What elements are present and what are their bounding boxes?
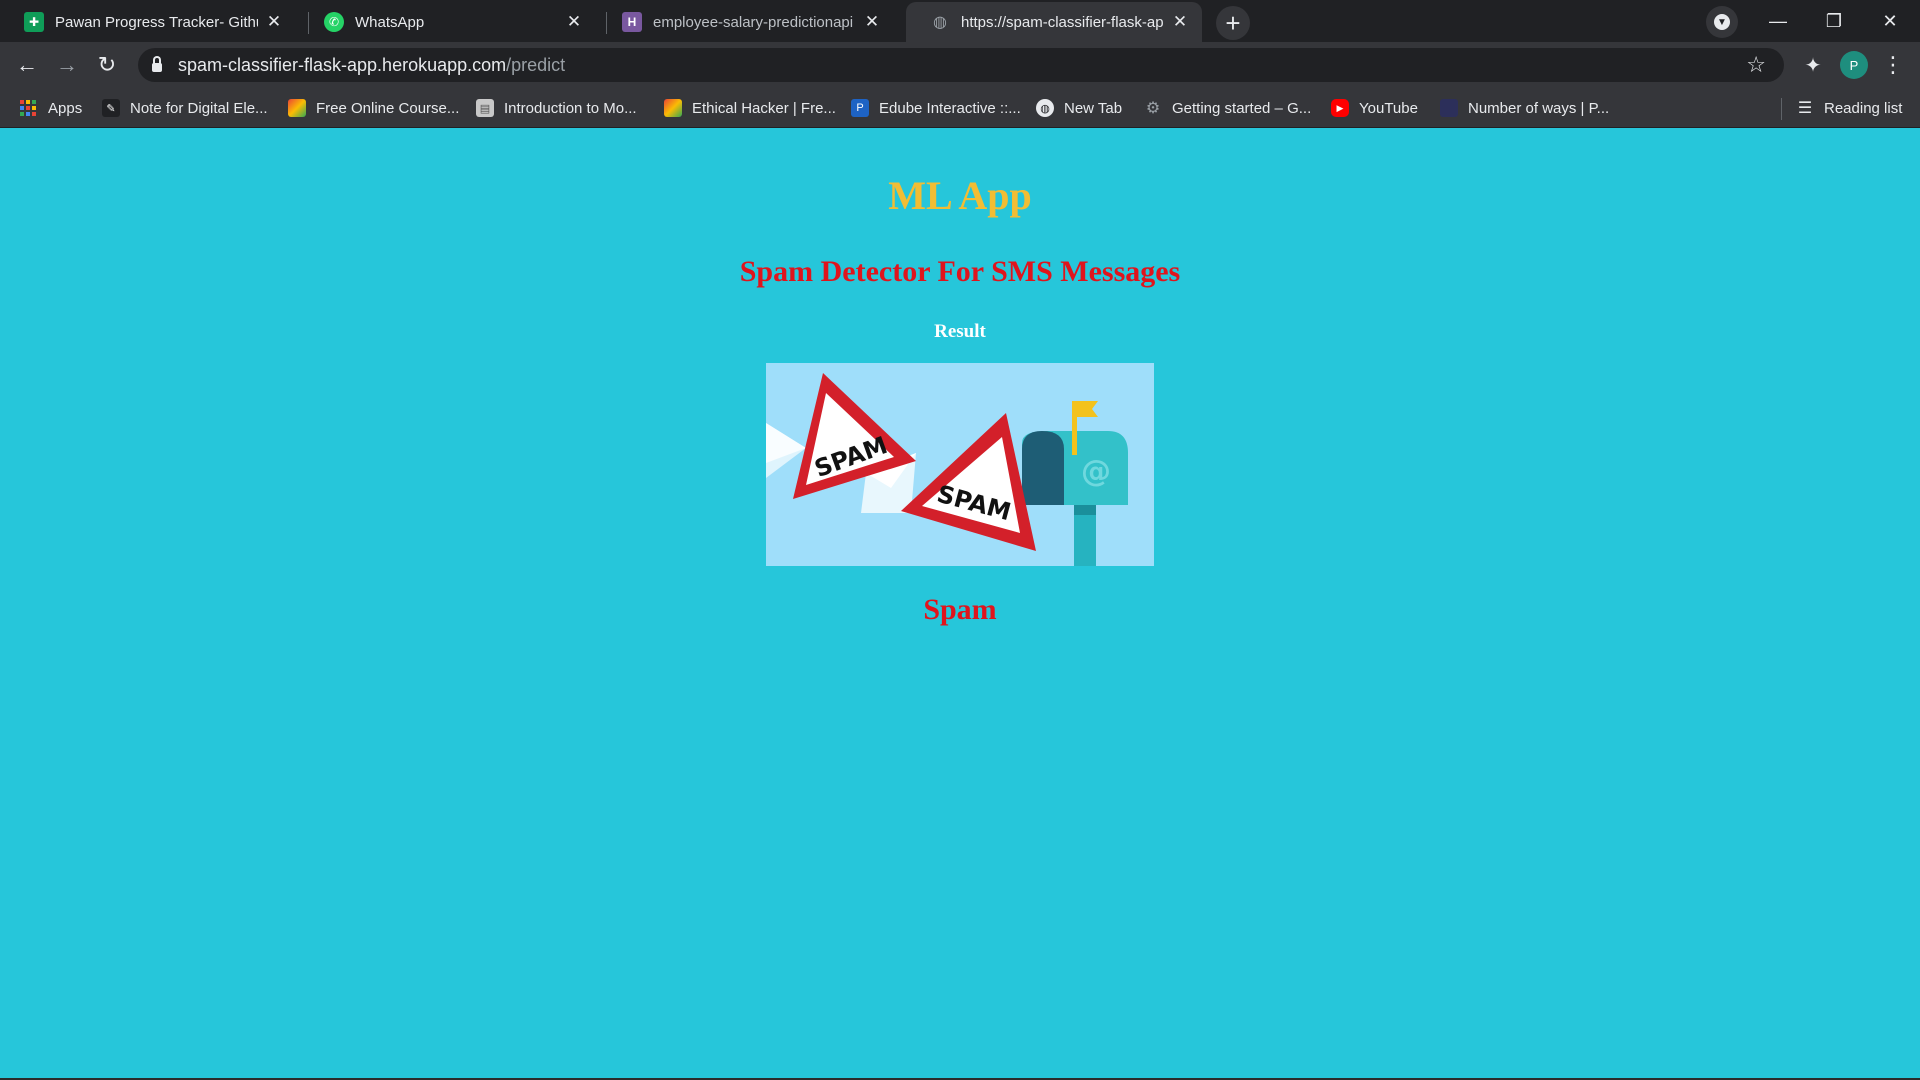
reading-list-button[interactable]: ☰ Reading list [1796,97,1903,119]
tab-strip: ✚ Pawan Progress Tracker- Github I ✕ ✆ W… [0,0,1920,42]
url-text: spam-classifier-flask-app.herokuapp.com/… [178,55,565,76]
back-button[interactable]: ← [11,49,43,81]
lock-icon[interactable] [152,56,162,72]
tab-search-button[interactable]: ▼ [1706,6,1738,38]
browser-toolbar: ← → ↻ spam-classifier-flask-app.herokuap… [0,42,1920,88]
bookmark-label: New Tab [1064,99,1123,117]
tab-whatsapp[interactable]: ✆ WhatsApp ✕ [300,2,596,42]
google-sheets-icon: ✚ [24,12,44,32]
bookmark-getting-started[interactable]: ⚙ Getting started – G... [1144,97,1311,119]
document-icon: ▤ [476,99,494,117]
bookmark-ethical-hacker[interactable]: Ethical Hacker | Fre... [664,97,836,119]
bookmarks-divider [1781,98,1782,120]
restore-button[interactable]: ❐ [1806,2,1862,40]
bookmark-label: YouTube [1359,99,1418,117]
bookmark-edube[interactable]: P Edube Interactive ::... [851,97,1021,119]
page-content: ML App Spam Detector For SMS Messages Re… [0,128,1920,1080]
bookmark-label: Getting started – G... [1172,99,1312,117]
bookmarks-bar: Apps ✎ Note for Digital Ele... Free Onli… [0,88,1920,128]
page-subtitle: Spam Detector For SMS Messages [739,255,1181,288]
close-icon[interactable]: ✕ [564,12,584,32]
bookmark-free-online-course[interactable]: Free Online Course... [288,97,459,119]
globe-icon: ◍ [1036,99,1054,117]
course-icon [288,99,306,117]
tab-spam-classifier[interactable]: ◍ https://spam-classifier-flask-app. ✕ [906,2,1202,42]
minimize-button[interactable]: — [1750,2,1806,40]
bookmark-introduction[interactable]: ▤ Introduction to Mo... [476,97,637,119]
url-host: spam-classifier-flask-app.herokuapp.com [178,54,507,75]
tab-title: https://spam-classifier-flask-app. [961,13,1164,31]
heroku-icon: H [622,12,642,32]
extensions-puzzle-icon[interactable]: ✦ [1797,49,1829,81]
more-menu-icon[interactable]: ⋮ [1879,49,1907,81]
bookmark-label: Edube Interactive ::... [879,99,1021,117]
bookmark-label: Number of ways | P... [1468,99,1610,117]
bookmark-new-tab[interactable]: ◍ New Tab [1036,97,1122,119]
gear-icon: ⚙ [1145,100,1161,117]
bookmark-label: Ethical Hacker | Fre... [692,99,836,117]
bookmark-label: Free Online Course... [316,99,460,117]
close-icon[interactable]: ✕ [264,12,284,32]
address-bar[interactable]: spam-classifier-flask-app.herokuapp.com/… [138,48,1784,82]
close-icon[interactable]: ✕ [862,12,882,32]
url-path: /predict [506,54,566,75]
bookmark-youtube[interactable]: ▶ YouTube [1331,97,1418,119]
tab-pawan-progress-tracker[interactable]: ✚ Pawan Progress Tracker- Github I ✕ [0,2,296,42]
close-window-button[interactable]: ✕ [1862,2,1918,40]
bookmark-label: Note for Digital Ele... [130,99,268,117]
tab-title: employee-salary-predictionapi · [653,13,856,31]
bookmark-icon [1440,99,1458,117]
tab-employee-salary[interactable]: H employee-salary-predictionapi · ✕ [598,2,894,42]
apps-grid-icon [20,100,36,116]
youtube-icon: ▶ [1331,99,1349,117]
notes-icon: ✎ [102,99,120,117]
new-tab-button[interactable]: + [1216,6,1250,40]
globe-icon: ◍ [933,14,947,31]
page-title: ML App [888,173,1032,218]
whatsapp-icon: ✆ [324,12,344,32]
bookmark-number-of-ways[interactable]: Number of ways | P... [1440,97,1609,119]
course-icon [664,99,682,117]
reload-button[interactable]: ↻ [91,49,123,81]
reading-list-label: Reading list [1824,99,1903,117]
reading-list-icon: ☰ [1797,100,1813,117]
bookmark-apps[interactable]: Apps [20,97,82,119]
edube-icon: P [851,99,869,117]
chevron-down-icon: ▼ [1714,14,1730,30]
bookmark-digital-electronics[interactable]: ✎ Note for Digital Ele... [102,97,268,119]
result-heading: Result [934,321,986,342]
bookmark-label: Introduction to Mo... [504,99,637,117]
forward-button[interactable]: → [51,49,83,81]
profile-avatar[interactable]: P [1840,51,1868,79]
bookmark-star-icon[interactable]: ☆ [1746,52,1766,78]
tab-title: Pawan Progress Tracker- Github I [55,13,258,31]
svg-text:@: @ [1081,454,1111,489]
spam-illustration: @ SPAM SPAM [766,363,1154,566]
prediction-result: Spam [923,593,997,626]
tab-title: WhatsApp [355,13,425,31]
close-icon[interactable]: ✕ [1170,12,1190,32]
bookmark-label: Apps [48,99,83,117]
